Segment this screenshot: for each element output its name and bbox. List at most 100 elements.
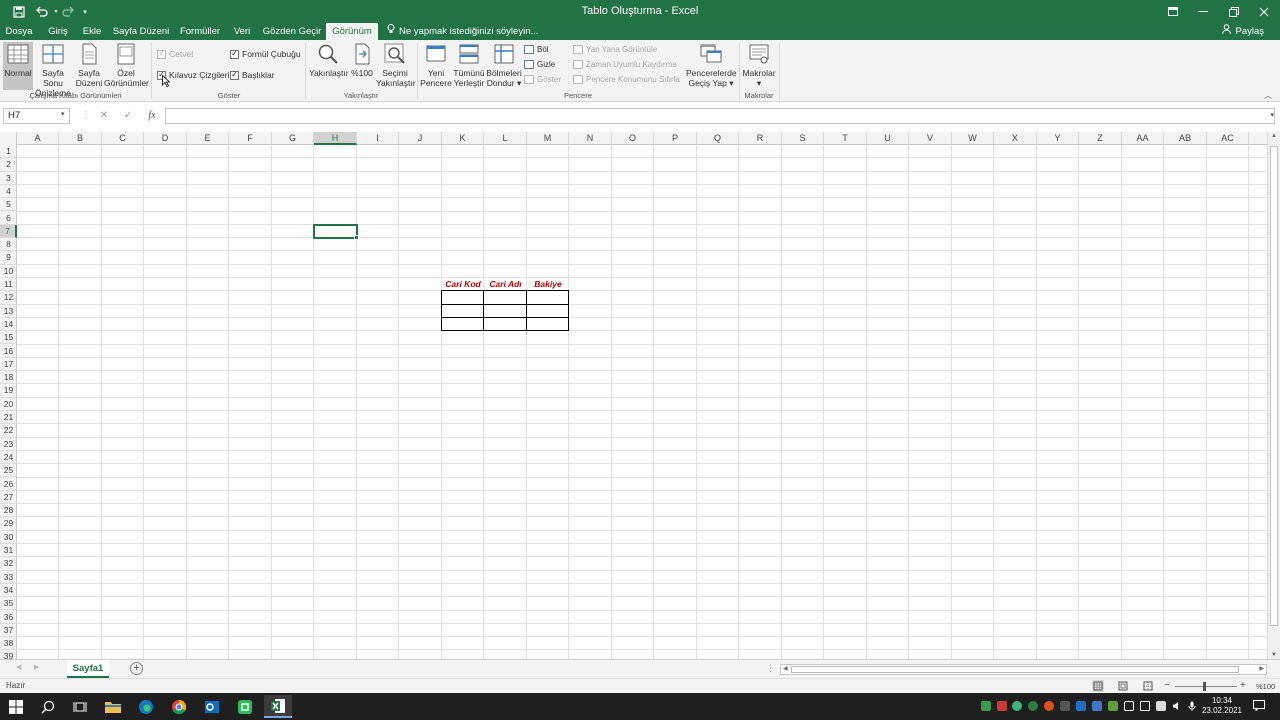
row-header-14[interactable]: 14 [0,318,17,332]
microphone-icon[interactable] [1187,701,1197,711]
active-cell-selection[interactable] [313,223,358,240]
worksheet-grid[interactable]: A B C D E F G H I J K L M N O P Q R S T U V W X Y Z AA AB AC 1234567… [0,132,1267,659]
tray-app-icon-3[interactable] [1012,701,1022,711]
scroll-down-icon[interactable]: ▼ [1271,652,1277,658]
table-data-cell[interactable] [441,290,484,305]
row-header-27[interactable]: 27 [0,491,17,505]
fill-handle[interactable] [354,235,359,241]
normal-view-button[interactable]: Normal [3,42,33,90]
expand-formula-bar-icon[interactable]: ▾ [1270,111,1274,119]
scroll-left-icon[interactable]: ◀ [783,665,788,672]
horizontal-scrollbar[interactable]: ◀ ▶ [780,664,1267,675]
cancel-icon[interactable]: ✕ [96,109,112,123]
column-header-b[interactable]: B [59,132,102,145]
formula-bar-checkbox[interactable]: ✓ Formül Çubuğu [230,48,301,60]
row-header-13[interactable]: 13 [0,305,17,318]
vertical-scrollbar[interactable]: ▲ ▼ [1267,132,1280,659]
row-header-35[interactable]: 35 [0,597,17,611]
column-header-t[interactable]: T [824,132,867,145]
tab-view[interactable]: Görünüm [326,23,378,40]
row-header-12[interactable]: 12 [0,291,17,305]
table-data-cell[interactable] [483,303,527,318]
row-header-22[interactable]: 22 [0,424,17,438]
ribbon-display-options-icon[interactable] [1157,0,1189,23]
zoom-100-button[interactable]: %100 [349,42,375,90]
ruler-checkbox[interactable]: ✓ Cetvel [157,48,193,60]
row-header-17[interactable]: 17 [0,358,17,372]
tray-app-icon-6[interactable] [1060,701,1070,711]
search-icon[interactable] [38,697,58,717]
volume-icon[interactable] [1172,701,1182,711]
horizontal-scroll-thumb[interactable] [791,666,1239,673]
synchronous-scrolling-button[interactable]: Zaman Uyumlu Kaydırma [573,58,677,70]
row-header-18[interactable]: 18 [0,371,17,385]
row-header-24[interactable]: 24 [0,451,17,465]
row-header-36[interactable]: 36 [0,611,17,624]
hide-button[interactable]: Gizle [524,58,555,70]
tray-app-icon-10[interactable] [1156,701,1166,711]
headings-checkbox[interactable]: ✓ Başlıklar [230,69,275,81]
column-header-l[interactable]: L [484,132,527,145]
column-header-m[interactable]: M [527,132,569,145]
column-header-r[interactable]: R [739,132,782,145]
tell-me-search[interactable]: Ne yapmak istediğinizi söyleyin... [387,23,538,40]
column-header-u[interactable]: U [867,132,909,145]
row-header-26[interactable]: 26 [0,478,17,491]
minimize-button[interactable] [1187,0,1219,23]
row-header-21[interactable]: 21 [0,411,17,425]
page-break-status-icon[interactable] [1142,680,1154,692]
select-all-corner[interactable] [0,132,17,145]
column-header-y[interactable]: Y [1037,132,1079,145]
row-header-33[interactable]: 33 [0,571,17,584]
row-header-15[interactable]: 15 [0,331,17,345]
row-header-23[interactable]: 23 [0,438,17,451]
tab-insert[interactable]: Ekle [78,23,106,40]
row-header-30[interactable]: 30 [0,531,17,544]
page-layout-button[interactable]: Sayfa Düzeni [74,42,104,90]
outlook-icon[interactable] [202,697,222,717]
scroll-up-icon[interactable]: ▲ [1271,133,1277,139]
tray-app-icon-4[interactable] [1028,701,1038,711]
zoom-to-selection-button[interactable]: Seçimi Yakınlaştır [376,42,416,90]
insert-function-icon[interactable]: fx [144,109,160,123]
row-header-4[interactable]: 4 [0,185,17,199]
chrome-browser-icon[interactable] [169,697,189,717]
excel-taskbar-icon[interactable] [264,695,292,718]
tray-app-icon-7[interactable] [1076,701,1086,711]
edge-browser-icon[interactable] [136,697,156,717]
column-header-w[interactable]: W [952,132,994,145]
table-header-cell[interactable]: Cari Adı [484,278,527,291]
zoom-in-icon[interactable]: + [1240,680,1246,691]
column-header-x[interactable]: X [994,132,1037,145]
green-app-icon[interactable] [235,697,255,717]
previous-sheet-icon[interactable]: ◀ [16,663,21,671]
row-header-38[interactable]: 38 [0,637,17,651]
view-side-by-side-button[interactable]: Yan Yana Görüntüle [573,43,657,55]
row-header-9[interactable]: 9 [0,251,17,265]
zoom-slider-track[interactable] [1175,686,1237,687]
windows-start-icon[interactable] [6,697,26,717]
zoom-slider-thumb[interactable] [1203,682,1206,691]
share-button[interactable]: Paylaş [1222,23,1264,40]
row-header-3[interactable]: 3 [0,172,17,185]
add-sheet-icon[interactable]: + [130,662,143,675]
tab-split-handle-icon[interactable]: ⋮ [766,663,775,674]
row-header-29[interactable]: 29 [0,517,17,531]
vertical-scroll-thumb[interactable] [1270,146,1278,626]
row-header-32[interactable]: 32 [0,557,17,571]
collapse-ribbon-icon[interactable]: ︿ [1264,90,1272,101]
name-box[interactable]: H7 [3,108,70,124]
switch-windows-button[interactable]: Pencerelerde Geçiş Yap ▾ [686,42,737,90]
name-box-dropdown-icon[interactable]: ▾ [61,110,65,118]
column-header-h[interactable]: H [314,132,357,145]
tray-app-icon-9[interactable] [1108,701,1118,711]
tab-file[interactable]: Dosya [2,23,36,40]
row-header-34[interactable]: 34 [0,584,17,598]
page-layout-status-icon[interactable] [1117,680,1129,692]
table-data-cell[interactable] [441,316,484,332]
new-window-button[interactable]: Yeni Pencere [420,42,452,90]
table-data-cell[interactable] [526,316,569,332]
column-header-a[interactable]: A [17,132,59,145]
zoom-level[interactable]: %100 [1256,682,1275,691]
tab-home[interactable]: Giriş [42,23,74,40]
